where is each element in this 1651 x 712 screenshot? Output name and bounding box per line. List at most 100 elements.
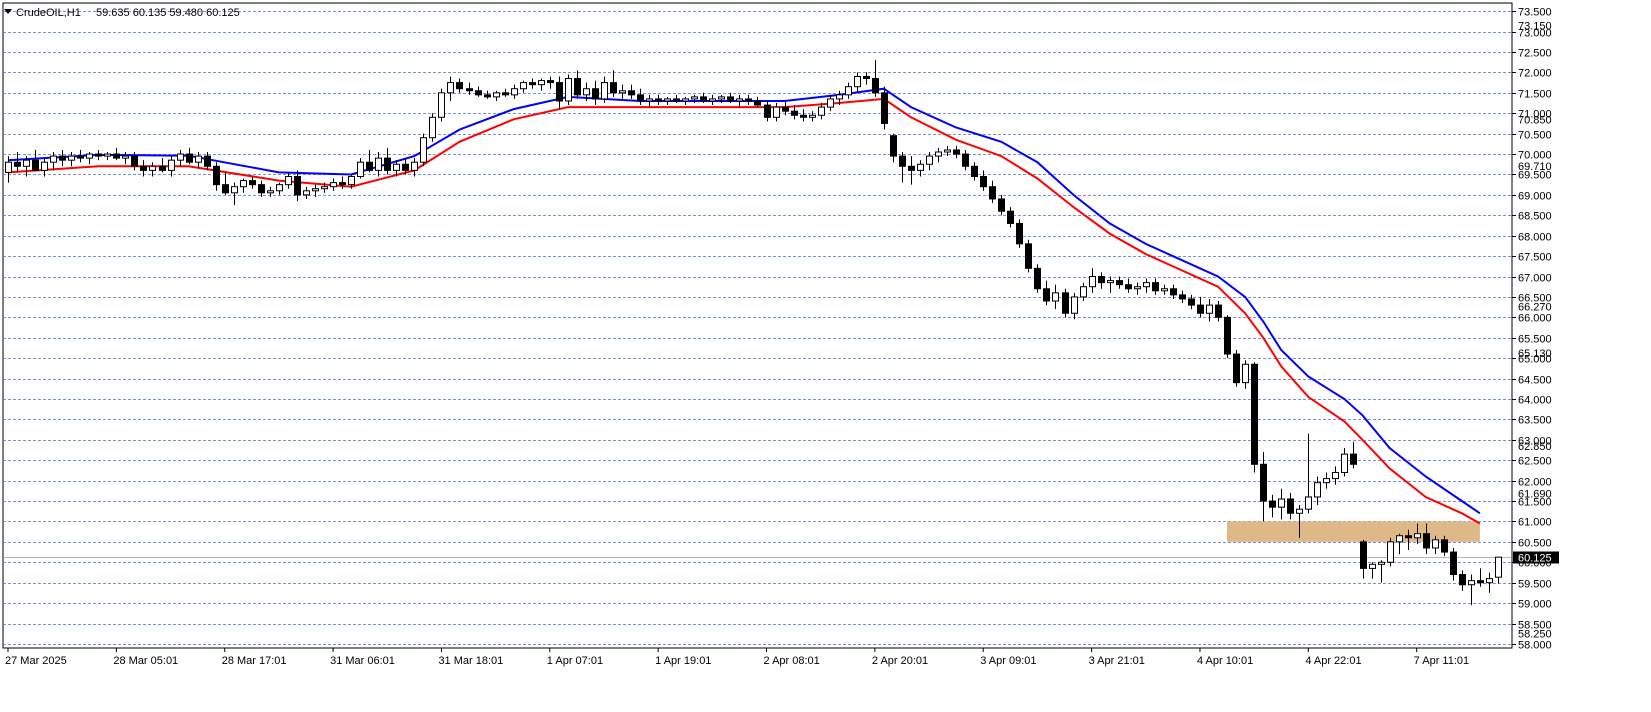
candle-body-down <box>14 161 21 167</box>
candle <box>529 78 536 89</box>
candle-body-up <box>664 98 671 102</box>
y-tick-label: 68.500 <box>1518 211 1552 223</box>
candle-body-up <box>809 114 816 118</box>
candle <box>565 74 572 106</box>
candle-body-down <box>1450 551 1457 576</box>
candle-body-down <box>863 75 870 80</box>
candle-body-down <box>962 153 969 167</box>
candle-body-down <box>574 78 581 96</box>
candle <box>14 152 21 173</box>
candle-body-down <box>339 182 346 186</box>
candle <box>592 80 599 106</box>
candle <box>1188 294 1195 310</box>
candle <box>1314 476 1321 506</box>
candle <box>926 152 933 171</box>
candle <box>872 60 879 97</box>
candle-body-up <box>1278 498 1285 508</box>
candle <box>619 84 626 99</box>
candle <box>1269 494 1276 518</box>
candle-body-up <box>149 165 156 171</box>
candle-body-up <box>357 161 364 177</box>
candle <box>330 178 337 191</box>
candle <box>1233 349 1240 387</box>
x-tick-label: 3 Apr 09:01 <box>980 655 1036 667</box>
candle-body-up <box>438 92 445 118</box>
chart[interactable]: 58.00058.50059.00059.50060.00060.50061.0… <box>0 0 1651 707</box>
candle-body-down <box>971 165 978 177</box>
candle-body-up <box>393 163 400 171</box>
candle <box>502 88 509 97</box>
candle-body-up <box>231 186 238 194</box>
price-marker-label: 69.710 <box>1518 161 1552 173</box>
price-marker-label: 73.150 <box>1518 20 1552 32</box>
chart-svg: 58.00058.50059.00059.50060.00060.50061.0… <box>2 2 1559 667</box>
y-tick-label: 71.500 <box>1518 89 1552 101</box>
y-tick-label: 68.000 <box>1518 232 1552 244</box>
candle-body-down <box>456 82 463 90</box>
candle-body-down <box>1125 284 1132 290</box>
candle-body-down <box>791 110 798 116</box>
candle <box>104 152 111 161</box>
candle-body-down <box>249 180 256 186</box>
y-tick-label: 62.000 <box>1518 477 1552 489</box>
candle <box>809 111 816 122</box>
candle-body-down <box>1423 533 1430 549</box>
candle <box>113 147 120 161</box>
x-tick-label: 31 Mar 06:01 <box>330 655 395 667</box>
candle-body-down <box>1350 453 1357 465</box>
candle-body-up <box>41 161 48 171</box>
candle-body-up <box>348 175 355 186</box>
candle <box>1323 472 1330 489</box>
y-tick-label: 64.500 <box>1518 375 1552 387</box>
candle-body-up <box>926 155 933 165</box>
candle-body-down <box>502 92 509 96</box>
candle-body-up <box>836 94 843 100</box>
candle-body-down <box>186 153 193 163</box>
candle <box>682 96 689 106</box>
candle <box>168 156 175 177</box>
x-tick-label: 1 Apr 07:01 <box>547 655 603 667</box>
y-tick-label: 64.000 <box>1518 395 1552 407</box>
price-marker-label: 65.130 <box>1518 348 1552 360</box>
candle-body-down <box>1459 574 1466 586</box>
candle <box>77 149 84 163</box>
candle-body-up <box>1143 282 1150 288</box>
candle-body-down <box>204 155 211 167</box>
candle-body-up <box>1134 286 1141 290</box>
candle-body-up <box>619 90 626 94</box>
candle-body-down <box>980 175 987 188</box>
candle <box>601 76 608 104</box>
candle-body-up <box>1378 561 1385 565</box>
y-tick-label: 63.500 <box>1518 415 1552 427</box>
candle-body-up <box>1206 304 1213 314</box>
candle-body-up <box>1107 280 1114 284</box>
current-price-label: 60.125 <box>1518 553 1552 565</box>
candle-body-down <box>1441 539 1448 553</box>
candle-body-up <box>23 159 30 167</box>
candle-body-up <box>267 190 274 194</box>
candle <box>1332 466 1339 485</box>
candle-body-up <box>845 86 852 96</box>
candle-body-up <box>5 161 12 173</box>
candle-body-down <box>592 88 599 100</box>
candle-body-down <box>1405 535 1412 539</box>
candle <box>95 149 102 161</box>
candle <box>384 147 391 175</box>
candle <box>1287 492 1294 520</box>
moving-averages <box>7 87 1481 525</box>
candle <box>1134 282 1141 295</box>
candle-body-down <box>1016 222 1023 245</box>
candle-body-up <box>601 82 608 100</box>
candle <box>962 149 969 171</box>
candle <box>357 158 364 179</box>
x-tick-label: 4 Apr 10:01 <box>1197 655 1253 667</box>
candle-body-down <box>1287 498 1294 514</box>
candle <box>745 94 752 106</box>
candle-body-down <box>637 94 644 102</box>
candle <box>1116 276 1123 289</box>
candle <box>1260 452 1267 522</box>
candle <box>1396 533 1403 555</box>
candle-body-up <box>1369 563 1376 569</box>
candle-body-down <box>222 184 229 194</box>
candle-body-down <box>1224 316 1231 355</box>
